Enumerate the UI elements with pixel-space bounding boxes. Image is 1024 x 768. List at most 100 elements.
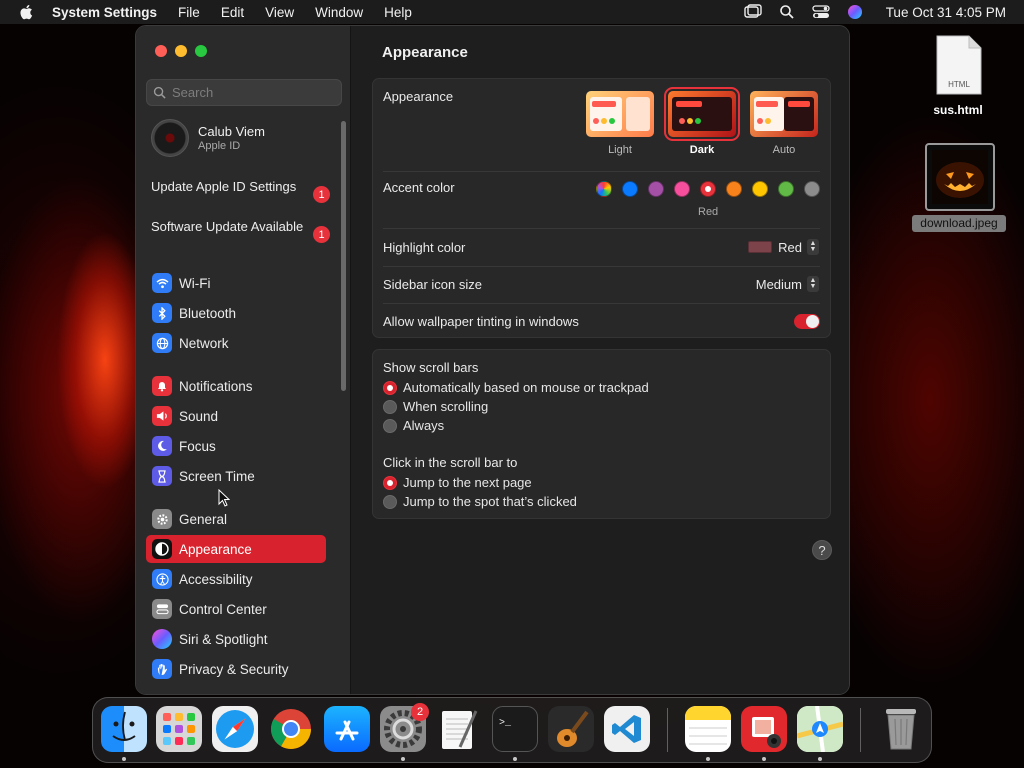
appearance-auto-option[interactable]	[750, 91, 818, 137]
sidebar-item-privacy-security[interactable]: Privacy & Security	[146, 655, 326, 683]
desktop-file-name-download[interactable]: download.jpeg	[912, 215, 1006, 232]
accent-pink-swatch[interactable]	[674, 181, 690, 197]
radio-label: Automatically based on mouse or trackpad	[403, 380, 649, 395]
html-file-icon[interactable]: HTML	[935, 35, 983, 95]
close-button[interactable]	[155, 45, 167, 57]
html-file-type-label: HTML	[948, 80, 970, 89]
svg-text:>_: >_	[499, 718, 512, 729]
sidebar-scrollbar[interactable]	[341, 121, 346, 391]
menu-help[interactable]: Help	[384, 5, 412, 20]
accent-color-label: Accent color	[383, 180, 455, 195]
dock-photo-booth-icon[interactable]	[741, 706, 787, 752]
jpeg-file-thumbnail[interactable]	[925, 143, 995, 211]
dock-running-indicator	[401, 757, 405, 761]
scroll-bars-always-option[interactable]: Always	[383, 418, 444, 433]
dock-notes-icon[interactable]	[685, 706, 731, 752]
radio-button[interactable]	[383, 494, 397, 509]
menu-window[interactable]: Window	[315, 5, 363, 20]
bluetooth-icon	[152, 303, 172, 323]
wallpaper-tinting-toggle[interactable]	[794, 314, 820, 329]
dock-vscode-icon[interactable]	[604, 706, 650, 752]
notification-badge: 1	[313, 186, 330, 203]
accent-blue-swatch[interactable]	[622, 181, 638, 197]
appearance-dark-label: Dark	[689, 144, 715, 156]
search-field[interactable]	[146, 79, 342, 106]
sidebar-icon-size-popup[interactable]: Medium ▲ ▼	[756, 276, 819, 292]
dock-chrome-icon[interactable]	[268, 706, 314, 752]
menu-edit[interactable]: Edit	[221, 5, 244, 20]
dock-terminal-icon[interactable]: >_	[492, 706, 538, 752]
minimize-button[interactable]	[175, 45, 187, 57]
system-settings-window: Calub Viem Apple ID Update Apple ID Sett…	[135, 25, 850, 695]
click-jump-next-page-option[interactable]: Jump to the next page	[383, 475, 532, 490]
dock-safari-icon[interactable]	[212, 706, 258, 752]
dock-trash-icon[interactable]	[878, 706, 924, 752]
sidebar-item-label: General	[179, 511, 228, 527]
accent-graphite-swatch[interactable]	[804, 181, 820, 197]
update-apple-id-notice[interactable]: Update Apple ID Settings 1	[151, 179, 330, 203]
dock-launchpad-icon[interactable]	[156, 706, 202, 752]
dock: 2 >_	[92, 697, 932, 763]
sidebar-item-appearance[interactable]: Appearance	[146, 535, 326, 563]
accent-yellow-swatch[interactable]	[752, 181, 768, 197]
menu-view[interactable]: View	[265, 5, 294, 20]
profile-subtitle: Apple ID	[198, 140, 241, 152]
menu-clock[interactable]: Tue Oct 31 4:05 PM	[886, 5, 1006, 20]
dock-textedit-icon[interactable]	[436, 706, 482, 752]
sidebar-item-label: Control Center	[179, 601, 267, 617]
screen-mirroring-icon[interactable]	[743, 4, 762, 20]
appearance-dark-option[interactable]	[664, 87, 740, 141]
radio-label: Always	[403, 418, 445, 433]
apple-id-profile[interactable]: Calub Viem Apple ID	[151, 119, 265, 157]
radio-button[interactable]	[383, 399, 397, 414]
avatar	[151, 119, 189, 157]
dock-garageband-icon[interactable]	[548, 706, 594, 752]
radio-button[interactable]	[383, 475, 397, 490]
dock-separator	[667, 708, 668, 752]
sidebar-item-sound[interactable]: Sound	[146, 402, 326, 430]
sidebar-item-focus[interactable]: Focus	[146, 432, 326, 460]
search-icon[interactable]	[778, 4, 796, 20]
sidebar-item-control-center[interactable]: Control Center	[146, 595, 326, 623]
dock-system-settings-icon[interactable]: 2	[380, 703, 429, 752]
zoom-button[interactable]	[195, 45, 207, 57]
siri-icon[interactable]	[846, 4, 864, 20]
dock-running-indicator	[706, 757, 710, 761]
menu-file[interactable]: File	[178, 5, 200, 20]
appearance-light-option[interactable]	[586, 91, 654, 137]
accent-purple-swatch[interactable]	[648, 181, 664, 197]
accent-green-swatch[interactable]	[778, 181, 794, 197]
control-center-icon[interactable]	[812, 4, 830, 20]
accent-red-swatch[interactable]	[700, 181, 716, 197]
scroll-bars-when-scrolling-option[interactable]: When scrolling	[383, 399, 488, 414]
search-input[interactable]	[172, 85, 332, 100]
sidebar-item-network[interactable]: Network	[146, 329, 326, 357]
dock-maps-icon[interactable]	[797, 706, 843, 752]
menu-app-name[interactable]: System Settings	[52, 5, 157, 20]
desktop-file-name-sus[interactable]: sus.html	[918, 103, 998, 117]
sidebar-item-screen-time[interactable]: Screen Time	[146, 462, 326, 490]
sidebar-item-wifi[interactable]: Wi-Fi	[146, 269, 326, 297]
click-jump-to-spot-option[interactable]: Jump to the spot that’s clicked	[383, 494, 577, 509]
dock-app-store-icon[interactable]	[324, 706, 370, 752]
divider	[383, 171, 820, 172]
scroll-bars-automatic-option[interactable]: Automatically based on mouse or trackpad	[383, 380, 649, 395]
click-scroll-bar-label: Click in the scroll bar to	[383, 455, 518, 470]
highlight-color-popup[interactable]: Red ▲ ▼	[748, 239, 819, 255]
radio-button[interactable]	[383, 418, 397, 433]
sidebar-item-notifications[interactable]: Notifications	[146, 372, 326, 400]
apple-logo-icon[interactable]	[18, 3, 36, 21]
main-pane: Appearance Appearance Light Dark Auto Ac…	[352, 26, 849, 694]
software-update-notice[interactable]: Software Update Available 1	[151, 219, 330, 243]
help-button[interactable]: ?	[812, 540, 832, 560]
accent-multicolor-swatch[interactable]	[596, 181, 612, 197]
sidebar-item-siri-spotlight[interactable]: Siri & Spotlight	[146, 625, 326, 653]
sidebar-item-accessibility[interactable]: Accessibility	[146, 565, 326, 593]
dock-finder-icon[interactable]	[101, 706, 147, 752]
sidebar-item-label: Network	[179, 335, 229, 351]
accent-orange-swatch[interactable]	[726, 181, 742, 197]
sidebar-item-general[interactable]: General	[146, 505, 326, 533]
radio-label: Jump to the spot that’s clicked	[403, 494, 577, 509]
radio-button[interactable]	[383, 380, 397, 395]
sidebar-item-bluetooth[interactable]: Bluetooth	[146, 299, 326, 327]
